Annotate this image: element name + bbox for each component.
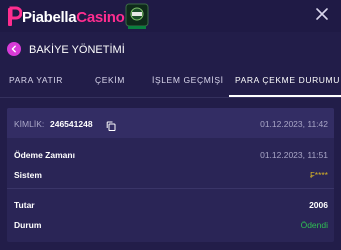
card-divider [7,188,334,189]
page-title: BAKİYE YÖNETİMİ [29,44,125,56]
tab-bar: PARA YATIR ÇEKİM İŞLEM GEÇMİŞİ PARA ÇEKM… [0,66,341,98]
status-label: Durum [14,220,42,230]
logo-mark-icon [8,6,23,28]
top-bar: PiabellaCasino [0,0,341,32]
header-datetime: 01.12.2023, 11:42 [260,119,328,129]
tab-withdrawal-status[interactable]: PARA ÇEKME DURUMU [235,75,340,85]
copy-icon[interactable] [106,118,116,131]
amount-value: 2006 [309,200,328,210]
active-tab-indicator [229,95,341,97]
withdrawal-card: KİMLİK: 246541248 01.12.2023, 11:42 Ödem… [7,108,334,242]
tab-deposit[interactable]: PARA YATIR [9,75,63,85]
back-button[interactable] [7,42,21,56]
page-header: BAKİYE YÖNETİMİ [0,34,341,64]
card-header: KİMLİK: 246541248 01.12.2023, 11:42 [7,108,334,138]
close-icon[interactable] [314,6,330,22]
tab-withdraw[interactable]: ÇEKİM [95,75,125,85]
amount-label: Tutar [14,200,35,210]
tab-transaction-history[interactable]: İŞLEM GEÇMİŞİ [152,75,224,85]
id-value: 246541248 [50,119,93,129]
logo-text: PiabellaCasino [22,8,125,26]
license-badge-icon[interactable] [124,3,150,30]
logo[interactable]: PiabellaCasino [8,6,125,28]
payment-time-label: Ödeme Zamanı [14,150,75,160]
payment-time-value: 01.12.2023, 11:51 [260,150,328,160]
id-label: KİMLİK: [14,119,45,129]
system-label: Sistem [14,170,42,180]
status-badge: Ödendi [300,220,328,230]
system-value: ₣**** [310,170,328,180]
chevron-left-icon [11,45,16,53]
